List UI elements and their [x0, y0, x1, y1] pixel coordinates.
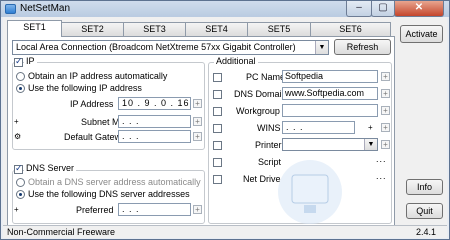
script-browse-button[interactable]: ... [376, 154, 387, 164]
tab-set4[interactable]: SET4 [185, 22, 248, 36]
chevron-down-icon[interactable]: ▼ [364, 139, 377, 150]
close-button[interactable]: ✕ [394, 1, 444, 17]
tab-set5[interactable]: SET5 [247, 22, 311, 36]
activate-button[interactable]: Activate [400, 25, 443, 43]
ip-group-checkbox[interactable] [14, 56, 23, 67]
version-label: 2.4.1 [416, 227, 437, 237]
preferred-dns-field[interactable]: . . . [118, 203, 191, 216]
dns-group-checkbox[interactable] [14, 163, 23, 174]
ip-manual-label: Use the following IP address [28, 83, 142, 93]
dns-domain-checkbox[interactable] [213, 90, 222, 99]
pc-name-field[interactable]: Softpedia [282, 70, 378, 83]
window-title: NetSetMan [20, 3, 71, 14]
info-button[interactable]: Info [406, 179, 443, 195]
plus-icon-dns[interactable]: + [14, 206, 19, 214]
ip-auto-radio[interactable] [16, 72, 25, 81]
maximize-button[interactable]: ▢ [371, 1, 395, 17]
additional-group-label: Additional [214, 56, 258, 66]
plus-icon[interactable]: + [14, 118, 19, 126]
tab-set2[interactable]: SET2 [61, 22, 124, 36]
settings-icon[interactable]: ⚙ [14, 133, 21, 141]
tab-set3[interactable]: SET3 [123, 22, 186, 36]
dns-manual-label: Use the following DNS server addresses [28, 189, 190, 199]
net-drive-checkbox[interactable] [213, 175, 222, 184]
app-window: NetSetMan – ▢ ✕ SET1 SET2 SET3 SET4 SET5… [0, 0, 450, 240]
chevron-down-icon[interactable]: ▼ [315, 41, 328, 54]
workgroup-field[interactable] [282, 104, 378, 117]
adapter-select[interactable]: Local Area Connection (Broadcom NetXtrem… [12, 40, 329, 55]
tab-set6[interactable]: SET6 [310, 22, 391, 36]
pc-name-checkbox[interactable] [213, 73, 222, 82]
status-bar: Non-Commercial Freeware 2.4.1 [3, 225, 447, 238]
ip-add-icon[interactable]: + [193, 99, 202, 108]
ip-address-label: IP Address [70, 99, 114, 109]
wins-field[interactable]: . . . [282, 121, 355, 134]
minimize-button[interactable]: – [346, 1, 372, 17]
net-drive-browse-button[interactable]: ... [376, 171, 387, 181]
quit-button[interactable]: Quit [406, 203, 443, 219]
default-gateway-field[interactable]: . . . [118, 130, 191, 143]
subnet-mask-field[interactable]: . . . [118, 115, 191, 128]
adapter-value: Local Area Connection (Broadcom NetXtrem… [16, 42, 296, 52]
preferred-dns-label: Preferred [76, 205, 114, 215]
monitor-watermark-icon [278, 160, 342, 224]
dns-domain-field[interactable]: www.Softpedia.com [282, 87, 378, 100]
title-bar[interactable]: NetSetMan – ▢ ✕ [1, 1, 449, 17]
subnet-add-icon[interactable]: + [193, 117, 202, 126]
printer-label: Printer [255, 140, 282, 150]
dns-domain-add-icon[interactable]: + [381, 89, 390, 98]
dns-auto-label: Obtain a DNS server address automaticall… [28, 177, 201, 187]
tab-set1[interactable]: SET1 [7, 20, 62, 37]
add-wins-icon[interactable]: + [368, 124, 373, 132]
dns-manual-radio[interactable] [16, 190, 25, 199]
printer-add-icon[interactable]: + [381, 140, 390, 149]
license-status: Non-Commercial Freeware [7, 227, 116, 237]
printer-select[interactable]: ▼ [282, 138, 378, 151]
refresh-button[interactable]: Refresh [334, 39, 391, 55]
pc-name-label: PC Name [246, 72, 286, 82]
workgroup-label: Workgroup [236, 106, 280, 116]
workgroup-checkbox[interactable] [213, 107, 222, 116]
dns-auto-radio[interactable] [16, 178, 25, 187]
ip-group-label: IP [24, 56, 37, 66]
client-area: SET1 SET2 SET3 SET4 SET5 SET6 Local Area… [3, 17, 447, 238]
wins-label: WINS [257, 123, 281, 133]
workgroup-add-icon[interactable]: + [381, 106, 390, 115]
dns-domain-label: DNS Domain [234, 89, 287, 99]
app-icon [5, 4, 16, 14]
script-checkbox[interactable] [213, 158, 222, 167]
dns-group-label: DNS Server [24, 163, 77, 173]
gateway-add-icon[interactable]: + [193, 132, 202, 141]
settings-panel: Local Area Connection (Broadcom NetXtrem… [7, 36, 395, 226]
wins-add-icon[interactable]: + [381, 123, 390, 132]
ip-auto-label: Obtain an IP address automatically [28, 71, 168, 81]
preferred-add-icon[interactable]: + [193, 205, 202, 214]
wins-checkbox[interactable] [213, 124, 222, 133]
pc-name-add-icon[interactable]: + [381, 72, 390, 81]
ip-address-field[interactable]: 10 . 9 . 0 . 16 [118, 97, 191, 110]
printer-checkbox[interactable] [213, 141, 222, 150]
ip-manual-radio[interactable] [16, 84, 25, 93]
